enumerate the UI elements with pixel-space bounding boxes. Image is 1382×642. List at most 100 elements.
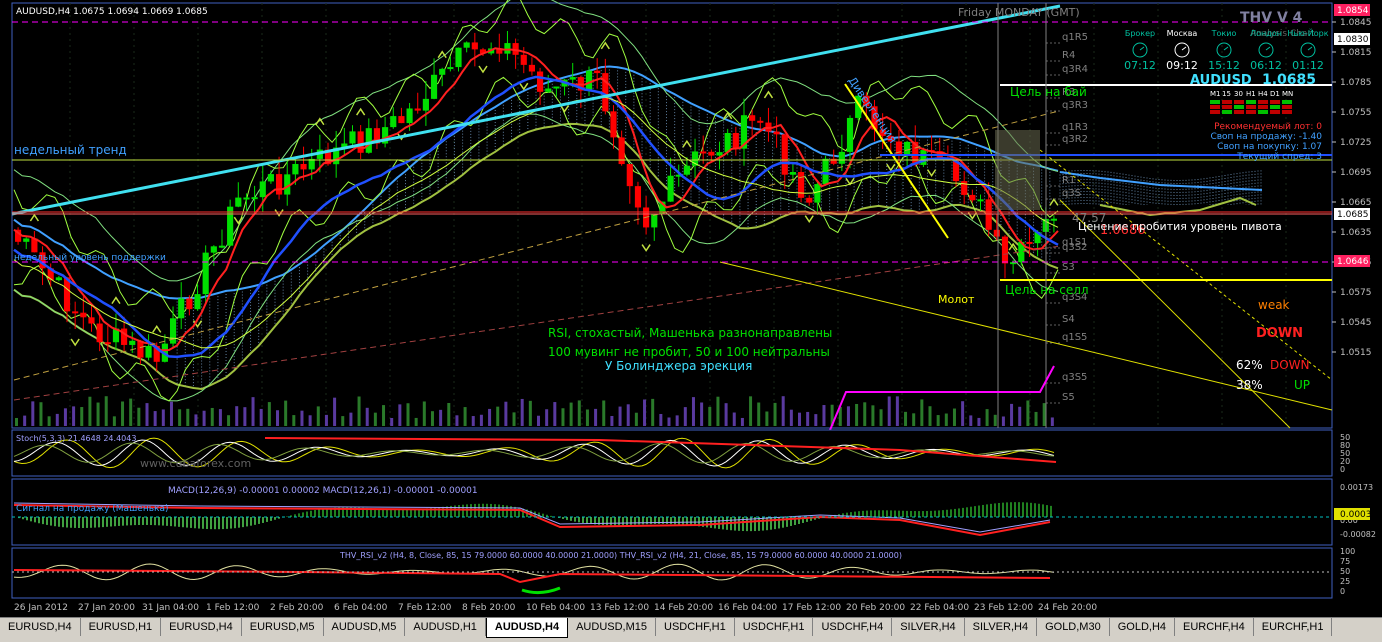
direction-label: DOWN — [1256, 326, 1303, 341]
chart-tab[interactable]: EURUSD,H1 — [81, 618, 162, 636]
volume-bar — [822, 405, 825, 426]
candle-body — [56, 277, 62, 280]
strength-cell — [1258, 110, 1268, 114]
macd-bar — [930, 511, 932, 517]
volume-bar — [602, 400, 605, 426]
macd-bar — [210, 517, 212, 529]
chart-tab[interactable]: GOLD,M30 — [1037, 618, 1110, 636]
chart-tab[interactable]: AUDUSD,H1 — [405, 618, 486, 636]
macd-bar — [90, 517, 92, 528]
strength-cell — [1246, 110, 1256, 114]
chart-tab[interactable]: SILVER,H4 — [892, 618, 964, 636]
macd-bar — [874, 510, 876, 517]
chart-tab[interactable]: USDCHF,H4 — [813, 618, 892, 636]
macd-bar — [134, 517, 136, 525]
stoch-label: Stoch(5,3,3) 21.4648 24.4043 — [16, 434, 136, 443]
volume-bar — [1026, 400, 1029, 426]
candle-body — [292, 164, 298, 174]
macd-bar — [22, 517, 24, 519]
macd-bar — [922, 511, 924, 517]
volume-bar — [129, 399, 132, 426]
volume-bar — [1002, 416, 1005, 426]
chart-tab[interactable]: EURCHF,H1 — [1254, 618, 1333, 636]
macd-bar — [946, 510, 948, 517]
info-line: Текущий спред: 3 — [1236, 152, 1322, 162]
volume-bar — [570, 403, 573, 426]
hammer-label: Молот — [938, 293, 975, 306]
chart-tab[interactable]: EURUSD,H4 — [161, 618, 242, 636]
volume-bar — [488, 409, 491, 426]
macd-bar — [274, 517, 276, 520]
volume-bar — [105, 396, 108, 426]
volume-bar — [455, 415, 458, 426]
top-price-marker-text: 1.0854 — [1337, 6, 1369, 16]
volume-bar — [929, 406, 932, 426]
volume-bar — [1051, 417, 1054, 426]
time-tick-label: 22 Feb 04:00 — [910, 603, 969, 613]
chart-tab[interactable]: SILVER,H4 — [965, 618, 1037, 636]
volume-bar — [227, 415, 230, 426]
time-tick-label: 8 Feb 20:00 — [462, 603, 516, 613]
macd-bar — [98, 517, 100, 527]
strength-cell — [1210, 110, 1220, 114]
price-chart[interactable]: q1R5R4q3R4R3q3R3q1R3q3R2R1q3Sq1S1q3S2S3q… — [0, 0, 1382, 617]
volume-bar — [553, 402, 556, 426]
macd-bar — [1046, 505, 1048, 517]
volume-bar — [219, 409, 222, 426]
volume-bar — [415, 418, 418, 426]
candle-body — [398, 116, 404, 123]
price-axis: 1.08451.08151.07851.07551.07251.06951.06… — [1332, 18, 1372, 358]
macd-bar — [998, 503, 1000, 517]
macd-bar — [190, 517, 192, 528]
candle-body — [358, 131, 364, 152]
volume-bar — [39, 402, 42, 426]
volume-bar — [447, 403, 450, 426]
price-tick-label: 1.0575 — [1340, 288, 1372, 298]
chart-tab[interactable]: EURCHF,H4 — [1175, 618, 1254, 636]
volume-bar — [72, 406, 75, 426]
macd-bar — [618, 517, 620, 525]
macd-bar — [318, 509, 320, 517]
chart-tab[interactable]: GOLD,H4 — [1110, 618, 1175, 636]
candle-body — [1026, 242, 1032, 244]
macd-bar — [1034, 503, 1036, 517]
time-tick-label: 23 Feb 12:00 — [974, 603, 1033, 613]
volume-bar — [586, 410, 589, 426]
macd-bar — [234, 517, 236, 528]
clock-city: Брокер — [1125, 29, 1155, 38]
strength-cell — [1246, 105, 1256, 109]
chart-tab[interactable]: AUDUSD,M5 — [324, 618, 406, 636]
timeframe-label: MN — [1282, 90, 1293, 98]
macd-bar — [102, 517, 104, 527]
macd-bar — [974, 506, 976, 517]
volume-bar — [806, 412, 809, 426]
macd-bar — [1022, 502, 1024, 517]
candle-body — [366, 128, 372, 153]
chart-tab[interactable]: EURUSD,H4 — [0, 618, 81, 636]
volume-bar — [341, 416, 344, 426]
volume-bar — [317, 406, 320, 426]
volume-bar — [382, 405, 385, 426]
volume-bar — [146, 403, 149, 426]
candle-body — [994, 230, 1000, 237]
volume-bar — [333, 398, 336, 426]
volume-bar — [292, 415, 295, 426]
candle-body — [235, 198, 241, 207]
pct-up-label: UP — [1294, 378, 1310, 392]
volume-bar — [627, 404, 630, 426]
target-buy-label: Цель на бай — [1010, 85, 1087, 99]
chart-tab[interactable]: EURUSD,M5 — [242, 618, 324, 636]
chart-tab[interactable]: AUDUSD,M15 — [568, 618, 656, 636]
chart-tab[interactable]: USDCHF,H1 — [656, 618, 735, 636]
chart-tab[interactable]: USDCHF,H1 — [735, 618, 814, 636]
volume-bar — [31, 401, 34, 426]
macd-bar — [682, 517, 684, 525]
volume-bar — [407, 403, 410, 426]
volume-bar — [716, 397, 719, 426]
volume-bar — [969, 415, 972, 426]
candle-body — [790, 172, 796, 175]
chart-tab[interactable]: AUDUSD,H4 — [486, 618, 568, 638]
macd-bar — [150, 517, 152, 525]
macd-bar — [302, 512, 304, 517]
macd-bar — [146, 517, 148, 525]
